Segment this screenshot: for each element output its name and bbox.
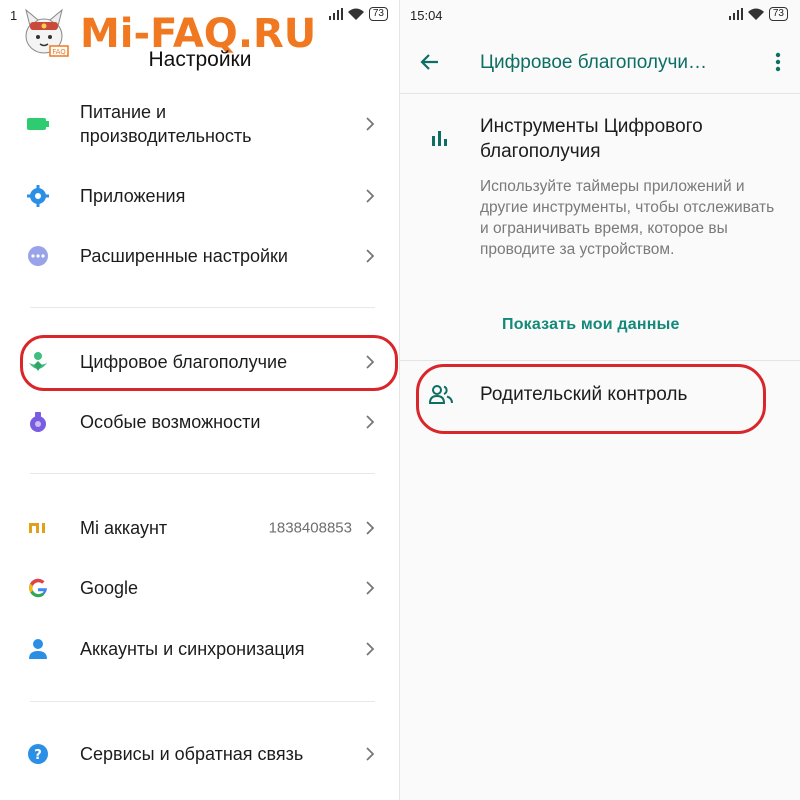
overflow-menu-icon[interactable] xyxy=(774,50,782,74)
settings-item-power[interactable]: Питание и производительность xyxy=(0,93,400,155)
wifi-icon xyxy=(347,8,364,20)
highlight-wellbeing xyxy=(20,335,398,391)
settings-item-label: Приложения xyxy=(80,186,186,206)
chevron-right-icon xyxy=(366,415,375,429)
wifi-icon xyxy=(747,8,764,20)
signal-icon xyxy=(328,8,343,20)
bar-chart-icon xyxy=(432,131,447,146)
chevron-right-icon xyxy=(366,249,375,263)
settings-item-label: Google xyxy=(80,578,139,598)
settings-item-advanced[interactable]: Расширенные настройки xyxy=(0,226,400,286)
accessibility-icon xyxy=(26,410,50,434)
settings-item-mi-account[interactable]: Mi аккаунт 1838408853 xyxy=(0,498,400,558)
settings-item-label: Расширенные настройки xyxy=(80,246,288,266)
tools-description: Используйте таймеры приложений и другие … xyxy=(480,178,775,258)
mi-icon xyxy=(26,516,50,540)
chevron-right-icon xyxy=(366,642,375,656)
tools-title[interactable]: Инструменты Цифрового благополучия xyxy=(480,114,780,164)
settings-item-label: Mi аккаунт xyxy=(80,518,168,538)
section-divider xyxy=(30,473,375,474)
settings-item-services-feedback[interactable]: ? Сервисы и обратная связь xyxy=(0,724,400,784)
gear-icon xyxy=(26,184,50,208)
app-bar: Цифровое благополучи… xyxy=(400,30,800,94)
help-icon: ? xyxy=(26,742,50,766)
chevron-right-icon xyxy=(366,581,375,595)
more-dots-icon xyxy=(26,244,50,268)
status-bar-right: 15:04 73 xyxy=(400,0,800,30)
google-icon xyxy=(26,576,50,600)
section-divider xyxy=(30,701,375,702)
status-time: 15:04 xyxy=(410,8,443,23)
app-bar-title: Цифровое благополучи… xyxy=(480,52,708,73)
section-divider xyxy=(30,307,375,308)
settings-item-accounts-sync[interactable]: Аккаунты и синхронизация xyxy=(0,619,400,679)
battery-indicator: 73 xyxy=(768,7,788,21)
account-icon xyxy=(26,637,50,661)
chevron-right-icon xyxy=(366,747,375,761)
status-icons: 73 xyxy=(728,7,788,21)
settings-item-google[interactable]: Google xyxy=(0,558,400,618)
settings-item-label: Особые возможности xyxy=(80,412,261,432)
svg-text:?: ? xyxy=(34,748,42,763)
settings-item-label: Аккаунты и синхронизация xyxy=(80,639,305,659)
mi-account-id: 1838408853 xyxy=(268,519,352,537)
signal-icon xyxy=(728,8,743,20)
settings-item-apps[interactable]: Приложения xyxy=(0,166,400,226)
status-icons: 73 xyxy=(328,7,388,21)
settings-pane: 1 73 FAQ Mi-FAQ.RU Настройки Питание и пр… xyxy=(0,0,400,800)
chevron-right-icon xyxy=(366,189,375,203)
page-title: Настройки xyxy=(148,48,252,71)
highlight-parental-controls xyxy=(416,364,766,434)
settings-item-label: Питание и производительность xyxy=(80,102,252,146)
settings-item-label: Сервисы и обратная связь xyxy=(80,744,304,764)
back-arrow-icon[interactable] xyxy=(418,50,442,74)
settings-item-accessibility[interactable]: Особые возможности xyxy=(0,392,400,452)
battery-icon xyxy=(26,112,50,136)
show-my-data-button[interactable]: Показать мои данные xyxy=(502,316,680,334)
section-divider xyxy=(400,360,800,361)
chevron-right-icon xyxy=(366,521,375,535)
digital-wellbeing-pane: 15:04 73 Цифровое благополучи… Инструмен… xyxy=(400,0,800,800)
chevron-right-icon xyxy=(366,117,375,131)
battery-indicator: 73 xyxy=(368,7,388,21)
